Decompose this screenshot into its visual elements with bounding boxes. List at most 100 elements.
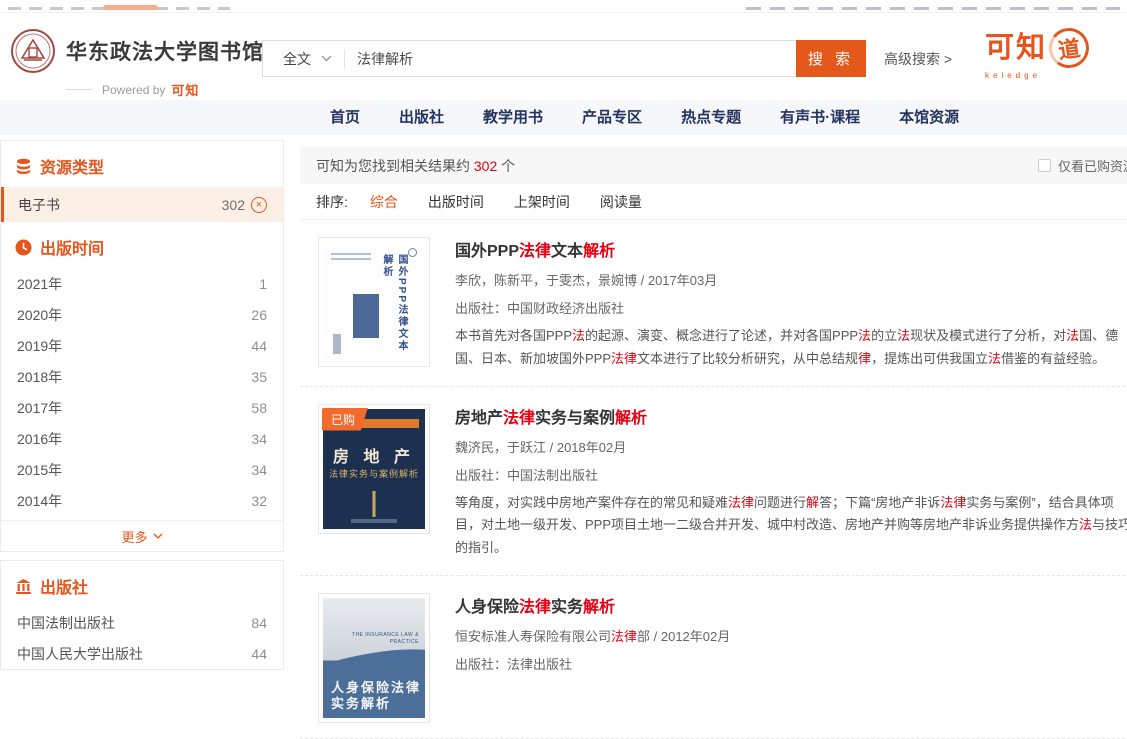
chevron-down-icon [321,55,332,62]
year-label: 2017年 [17,398,62,418]
filter-year-2019[interactable]: 2019年 44 [1,330,283,361]
result-item-insurance: THE INSURANCE LAW & PRACTICE 人身保险法律 实务解析… [300,576,1127,739]
main-nav: 首页 出版社 教学用书 产品专区 热点专题 有声书·课程 本馆资源 [0,100,1127,134]
filter-card-main: 资源类型 电子书 302 × 出版时间 2021年 1 2020年 26 201… [0,140,284,552]
filter-year-2015[interactable]: 2015年 34 [1,454,283,485]
purchased-badge: 已购 [322,408,368,431]
book-cover-ppp[interactable]: 国外PPP法律文本解析 [318,237,430,367]
nav-item-audiobooks-courses[interactable]: 有声书·课程 [780,106,860,127]
powered-by-brand: 可知 [171,80,199,99]
nav-item-library-resources[interactable]: 本馆资源 [899,106,959,127]
resource-type-title: 资源类型 [40,154,104,178]
filter-year-2016[interactable]: 2016年 34 [1,423,283,454]
filter-year-2020[interactable]: 2020年 26 [1,299,283,330]
book-cover-realestate[interactable]: 已购 房 地 产 法律实务与案例解析 [318,404,430,534]
more-label: 更多 [121,527,147,546]
more-years-button[interactable]: 更多 [1,520,283,551]
year-count: 35 [251,369,267,385]
powered-by-label: Powered by [102,83,165,97]
year-count: 58 [251,400,267,416]
cover-bottom-mark [351,519,397,523]
result-description: 等角度，对实践中房地产案件存在的常见和疑难法律问题进行解答；下篇“房地产非诉法律… [455,492,1127,560]
nav-item-teaching-books[interactable]: 教学用书 [483,106,543,127]
result-title[interactable]: 房地产法律实务与案例解析 [455,404,1127,428]
result-title[interactable]: 国外PPP法律文本解析 [455,237,1127,261]
filter-year-2021[interactable]: 2021年 1 [1,268,283,299]
keledge-logo-sub: keledge [985,71,1113,80]
filter-year-2014[interactable]: 2014年 32 [1,485,283,516]
results-summary-bar: 可知为您找到相关结果约 302 个 仅看已购资源 [300,147,1127,184]
cover-title-vertical: 国外PPP法律文本解析 [379,254,409,362]
result-item-realestate: 已购 房 地 产 法律实务与案例解析 房地产法律实务与案例解析 魏济民，于跃江 … [300,387,1127,576]
filter-publisher-fazhi[interactable]: 中国法制出版社 84 [1,607,283,638]
year-label: 2015年 [17,460,62,480]
publish-time-header: 出版时间 [1,222,283,268]
publisher-label: 中国人民大学出版社 [17,644,143,664]
result-item-ppp: 国外PPP法律文本解析 国外PPP法律文本解析 李欣，陈新平，于雯杰，景婉博 /… [300,220,1127,387]
result-authors: 恒安标准人寿保险有限公司法律部 / 2012年02月 [455,626,1127,645]
filter-year-2017[interactable]: 2017年 58 [1,392,283,423]
cover-publisher-mark [333,334,341,354]
header: 华东政法大学图书馆 Powered by 可知 全文 搜 索 高级搜索 > 可知… [0,14,1127,99]
publisher-count: 44 [251,646,267,662]
year-label: 2016年 [17,429,62,449]
filter-publisher-renda[interactable]: 中国人民大学出版社 44 [1,638,283,669]
result-description: 本书首先对各国PPP法的起源、演变、概念进行了论述，并对各国PPP法的立法现状及… [455,325,1127,371]
results-area: 可知为您找到相关结果约 302 个 仅看已购资源 排序: 综合 出版时间 上架时… [300,147,1127,739]
cover-tower-art [373,491,376,517]
sort-option-shelf-time[interactable]: 上架时间 [514,192,570,212]
result-publisher: 出版社：中国财政经济出版社 [455,298,1127,317]
sort-option-read-count[interactable]: 阅读量 [600,192,642,212]
year-count: 26 [251,307,267,323]
result-title[interactable]: 人身保险法律实务解析 [455,593,1127,617]
year-label: 2018年 [17,367,62,387]
cover-author-lines [331,250,371,260]
advanced-search-link[interactable]: 高级搜索 > [884,49,952,69]
cover-title-line2: 实务解析 [331,693,391,712]
year-label: 2014年 [17,491,62,511]
publish-time-title: 出版时间 [40,235,104,259]
cover-title: 房 地 产 [323,443,425,467]
filter-year-2018[interactable]: 2018年 35 [1,361,283,392]
clock-icon [15,239,32,256]
filter-ebook-label: 电子书 [18,195,60,215]
bank-building-icon [15,578,32,595]
search-bar: 全文 搜 索 [262,40,866,77]
nav-item-product-zone[interactable]: 产品专区 [582,106,642,127]
search-scope-value: 全文 [283,49,311,69]
filter-ebook-selected[interactable]: 电子书 302 × [1,187,283,222]
cover-subtitle: 法律实务与案例解析 [323,467,425,480]
powered-by-dash [66,89,92,90]
library-brand[interactable]: 华东政法大学图书馆 [10,28,264,74]
topbar-clipped-highlight [103,5,158,10]
sort-option-publish-time[interactable]: 出版时间 [428,192,484,212]
search-input[interactable] [345,51,796,67]
book-cover-insurance[interactable]: THE INSURANCE LAW & PRACTICE 人身保险法律 实务解析 [318,593,430,723]
topbar-clipped-text-right [746,7,1120,10]
result-authors: 魏济民，于跃江 / 2018年02月 [455,437,1127,456]
sort-option-comprehensive[interactable]: 综合 [370,192,398,212]
remove-filter-icon[interactable]: × [251,197,267,213]
database-icon [15,158,32,175]
year-label: 2019年 [17,336,62,356]
library-name: 华东政法大学图书馆 [66,36,264,66]
nav-item-hot-topics[interactable]: 热点专题 [681,106,741,127]
keledge-logo-dao-circle: 道 [1046,25,1091,70]
keledge-logo-cn: 可知 [985,34,1047,63]
only-purchased-checkbox[interactable] [1038,159,1051,172]
year-label: 2020年 [17,305,62,325]
only-purchased-toggle[interactable]: 仅看已购资源 [1038,147,1127,184]
year-count: 34 [251,462,267,478]
result-publisher: 出版社：中国法制出版社 [455,465,1127,484]
search-scope-select[interactable]: 全文 [263,49,344,69]
publisher-title: 出版社 [40,574,88,598]
filter-card-publisher: 出版社 中国法制出版社 84 中国人民大学出版社 44 [0,560,284,670]
publisher-header: 出版社 [1,561,283,607]
nav-item-publishers[interactable]: 出版社 [399,106,444,127]
keledge-logo[interactable]: 可知 道 keledge [985,34,1113,80]
nav-item-home[interactable]: 首页 [330,106,360,127]
publisher-label: 中国法制出版社 [17,613,115,633]
result-list: 国外PPP法律文本解析 国外PPP法律文本解析 李欣，陈新平，于雯杰，景婉博 /… [300,219,1127,739]
year-count: 1 [259,276,267,292]
search-button[interactable]: 搜 索 [796,40,866,77]
